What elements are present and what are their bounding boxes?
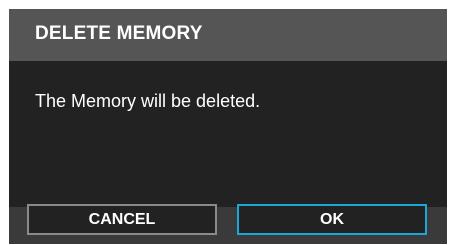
dialog-message: The Memory will be deleted. <box>35 91 261 111</box>
ok-button-label: OK <box>320 210 344 228</box>
ok-button[interactable]: OK <box>237 204 427 235</box>
cancel-button[interactable]: CANCEL <box>27 204 217 235</box>
dialog-header: DELETE MEMORY <box>9 9 447 61</box>
dialog-title: DELETE MEMORY <box>35 23 203 44</box>
cancel-button-label: CANCEL <box>88 210 156 228</box>
